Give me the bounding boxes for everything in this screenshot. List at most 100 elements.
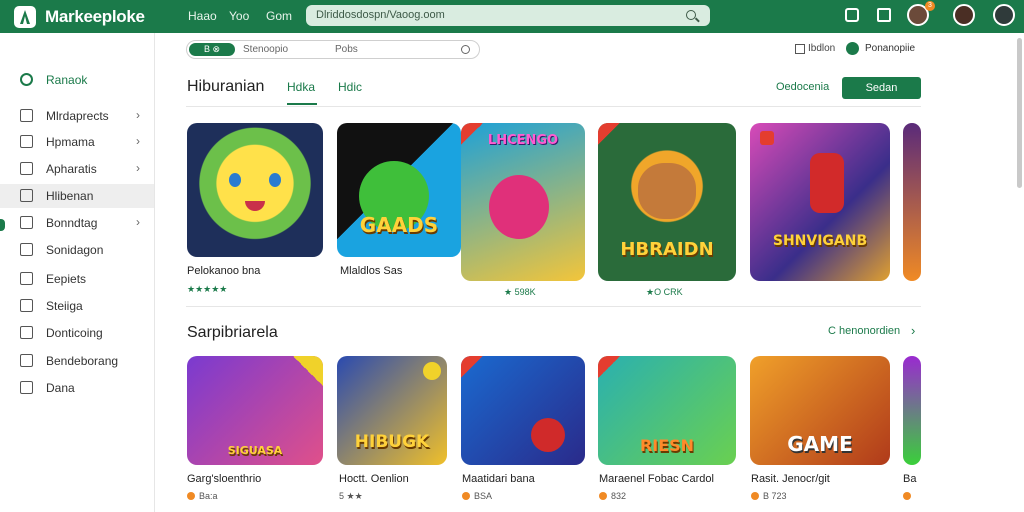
sidebar-item[interactable]: Apharatis › xyxy=(0,157,154,181)
sidebar-item[interactable]: Bendeborang xyxy=(0,349,154,373)
filter-search-icon[interactable] xyxy=(461,45,470,54)
card-art-title: HBRAIDN xyxy=(620,239,714,260)
filter-text-2[interactable]: Pobs xyxy=(335,44,358,55)
sidebar-item[interactable]: Hpmama › xyxy=(0,130,154,154)
card-rating: Ba:a xyxy=(187,491,218,501)
home-icon xyxy=(20,73,33,86)
tab-2[interactable]: Hdic xyxy=(338,80,362,94)
card-title[interactable]: Ba xyxy=(903,473,916,485)
nav-link-3[interactable]: Gom xyxy=(266,9,292,23)
card-art-title: SHNVIGANB xyxy=(772,233,868,249)
tab-underline xyxy=(287,103,317,105)
sidebar-item[interactable]: Sonidagon xyxy=(0,238,154,262)
card-rating: ★★★★★ xyxy=(187,284,228,294)
card-title[interactable]: Garg'sloenthrio xyxy=(187,473,261,485)
app-logo-icon[interactable] xyxy=(14,6,36,28)
card-art-blob xyxy=(531,418,565,452)
sidebar-item[interactable]: Eepiets xyxy=(0,267,154,291)
game-card[interactable] xyxy=(187,123,323,257)
game-card[interactable] xyxy=(903,356,921,465)
option-label: Ibdlon xyxy=(808,43,836,54)
scrollbar[interactable] xyxy=(1017,38,1022,188)
sidebar-item-icon xyxy=(20,216,33,229)
bookmark-icon[interactable] xyxy=(845,8,859,22)
search-input[interactable]: Dlriddosdospn/Vaoog.oom xyxy=(306,5,710,26)
card-rating-value: 832 xyxy=(611,491,627,501)
sidebar-item-label: Mlrdaprects xyxy=(46,109,109,123)
sidebar-item-label: Bonndtag xyxy=(46,216,98,230)
game-card[interactable]: HBRAIDN xyxy=(598,123,736,281)
game-card[interactable] xyxy=(903,123,921,281)
game-card[interactable]: GAADS xyxy=(337,123,461,257)
card-art-mascot xyxy=(638,163,696,219)
sidebar-item-icon xyxy=(20,299,33,312)
search-icon[interactable] xyxy=(686,10,696,20)
chevron-right-icon[interactable]: › xyxy=(136,161,140,175)
coin-icon xyxy=(903,492,911,500)
chevron-right-icon[interactable]: › xyxy=(136,134,140,148)
cta-button[interactable]: Sedan xyxy=(842,77,921,99)
avatar-3[interactable] xyxy=(993,4,1015,26)
search-text: Dlriddosdospn/Vaoog.oom xyxy=(316,9,445,21)
avatar-2[interactable] xyxy=(953,4,975,26)
sidebar-item-label: Hlibenan xyxy=(46,189,94,203)
card-rating: 832 xyxy=(599,491,626,501)
section-link[interactable]: C henonordien xyxy=(828,325,900,337)
filter-bar[interactable]: B ⊗ Stenoopio Pobs xyxy=(186,40,480,59)
sidebar-item[interactable]: Mlrdaprects › xyxy=(0,104,154,128)
game-card[interactable]: RIESN xyxy=(598,356,736,465)
card-rating: BSA xyxy=(462,491,492,501)
card-title[interactable]: Maraenel Fobac Cardol xyxy=(599,473,714,485)
mascot-mouth xyxy=(245,201,265,211)
chevron-right-icon[interactable]: › xyxy=(136,108,140,122)
card-title[interactable]: Mlaldlos Sas xyxy=(340,265,402,277)
sidebar-item-icon xyxy=(20,109,33,122)
card-rating-value: B 723 xyxy=(763,491,787,501)
filter-pill[interactable]: B ⊗ xyxy=(189,43,235,56)
apps-icon[interactable] xyxy=(877,8,891,22)
chevron-right-icon[interactable]: › xyxy=(911,323,915,338)
sidebar-item[interactable]: Dana xyxy=(0,376,154,400)
badge-icon xyxy=(423,362,441,380)
card-title[interactable]: Maatidari bana xyxy=(462,473,535,485)
sidebar-item[interactable]: Bonndtag › xyxy=(0,211,154,235)
coin-icon xyxy=(599,492,607,500)
option-badge-label[interactable]: Ponanopiie xyxy=(865,43,915,54)
nav-link-2[interactable]: Yoo xyxy=(229,9,249,23)
card-title[interactable]: Pelokanoo bna xyxy=(187,265,260,277)
sidebar-item-icon xyxy=(20,162,33,175)
nav-link-1[interactable]: Haao xyxy=(188,9,217,23)
active-marker xyxy=(0,219,5,231)
card-title[interactable]: Rasit. Jenocr/git xyxy=(751,473,830,485)
ribbon-icon xyxy=(598,356,620,378)
card-art-hero xyxy=(810,153,844,213)
sidebar-item-icon xyxy=(20,354,33,367)
game-card[interactable]: GAME xyxy=(750,356,890,465)
section-link[interactable]: Oedocenia xyxy=(776,81,829,93)
section-title: Sarpibriarela xyxy=(187,324,278,341)
option-badge-icon[interactable] xyxy=(846,42,859,55)
option-checkbox[interactable] xyxy=(795,44,805,54)
card-art-title: SIGUASA xyxy=(227,444,283,457)
sidebar-item[interactable]: Hlibenan xyxy=(0,184,154,208)
sidebar-item[interactable]: Donticoing xyxy=(0,321,154,345)
card-art-title: GAME xyxy=(787,432,853,456)
sidebar-item[interactable]: Steiiga xyxy=(0,294,154,318)
tab-1[interactable]: Hdka xyxy=(287,80,315,94)
sidebar-item-icon xyxy=(20,326,33,339)
card-title[interactable]: Hoctt. Oenlion xyxy=(339,473,409,485)
filter-text-1[interactable]: Stenoopio xyxy=(243,44,288,55)
sidebar-item-icon xyxy=(20,381,33,394)
chevron-right-icon[interactable]: › xyxy=(136,215,140,229)
game-card[interactable]: LHCENGO xyxy=(461,123,585,281)
game-card[interactable] xyxy=(461,356,585,465)
game-card[interactable]: SHNVIGANB xyxy=(750,123,890,281)
notification-badge: 3 xyxy=(925,1,935,11)
game-card[interactable]: SIGUASA xyxy=(187,356,323,465)
ribbon-icon xyxy=(461,356,483,378)
app-title[interactable]: Markeeploke xyxy=(45,7,145,27)
mascot-eye xyxy=(269,173,281,187)
game-card[interactable]: HIBUGK xyxy=(337,356,447,465)
sidebar-item-label: Hpmama xyxy=(46,135,95,149)
sidebar-item-label: Sonidagon xyxy=(46,243,104,257)
